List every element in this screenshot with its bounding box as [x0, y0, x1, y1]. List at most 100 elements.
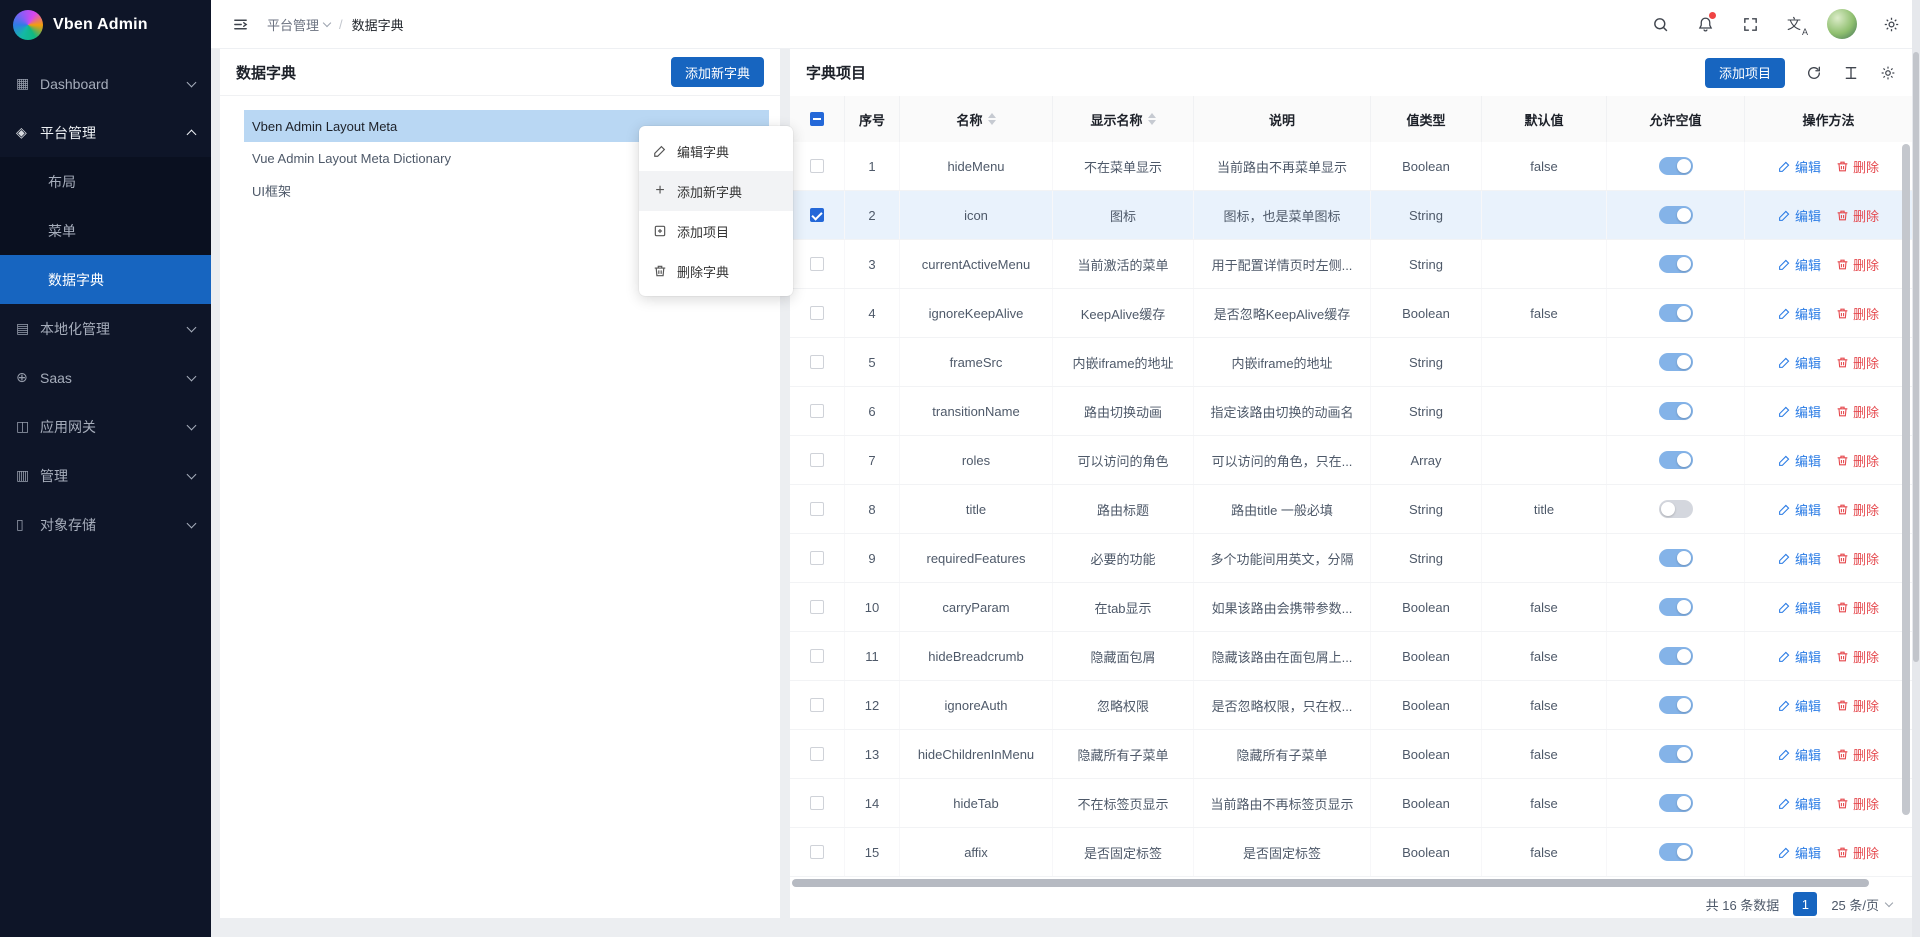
edit-button[interactable]: 编辑: [1778, 451, 1821, 470]
table-row[interactable]: 9 requiredFeatures 必要的功能 多个功能间用英文，分隔 Str…: [790, 534, 1912, 583]
delete-button[interactable]: 删除: [1836, 157, 1879, 176]
edit-button[interactable]: 编辑: [1778, 255, 1821, 274]
sidebar-item[interactable]: ▤ 本地化管理: [0, 304, 211, 353]
delete-button[interactable]: 删除: [1836, 696, 1879, 715]
delete-button[interactable]: 删除: [1836, 647, 1879, 666]
edit-button[interactable]: 编辑: [1778, 304, 1821, 323]
delete-button[interactable]: 删除: [1836, 353, 1879, 372]
allow-null-toggle[interactable]: [1659, 794, 1693, 812]
sidebar-item[interactable]: 菜单: [0, 206, 211, 255]
edit-button[interactable]: 编辑: [1778, 157, 1821, 176]
row-checkbox[interactable]: [810, 747, 824, 761]
sidebar-item[interactable]: 数据字典: [0, 255, 211, 304]
row-checkbox[interactable]: [810, 698, 824, 712]
edit-button[interactable]: 编辑: [1778, 402, 1821, 421]
delete-button[interactable]: 删除: [1836, 402, 1879, 421]
add-dictionary-button[interactable]: 添加新字典: [671, 57, 764, 87]
edit-button[interactable]: 编辑: [1778, 206, 1821, 225]
row-checkbox[interactable]: [810, 453, 824, 467]
allow-null-toggle[interactable]: [1659, 304, 1693, 322]
sidebar-item[interactable]: ◫ 应用网关: [0, 402, 211, 451]
edit-button[interactable]: 编辑: [1778, 647, 1821, 666]
allow-null-toggle[interactable]: [1659, 549, 1693, 567]
sort-icon[interactable]: [988, 113, 996, 125]
sort-icon[interactable]: [1148, 113, 1156, 125]
select-all-checkbox[interactable]: [810, 112, 824, 126]
breadcrumb-section[interactable]: 平台管理: [267, 15, 330, 34]
table-row[interactable]: 5 frameSrc 内嵌iframe的地址 内嵌iframe的地址 Strin…: [790, 338, 1912, 387]
edit-button[interactable]: 编辑: [1778, 843, 1821, 862]
allow-null-toggle[interactable]: [1659, 353, 1693, 371]
row-checkbox[interactable]: [810, 600, 824, 614]
row-checkbox[interactable]: [810, 845, 824, 859]
edit-button[interactable]: 编辑: [1778, 794, 1821, 813]
delete-button[interactable]: 删除: [1836, 451, 1879, 470]
table-row[interactable]: 10 carryParam 在tab显示 如果该路由会携带参数... Boole…: [790, 583, 1912, 632]
context-menu-item-add-dictionary[interactable]: + 添加新字典: [639, 171, 793, 211]
allow-null-toggle[interactable]: [1659, 255, 1693, 273]
search-icon[interactable]: [1649, 13, 1671, 35]
allow-null-toggle[interactable]: [1659, 843, 1693, 861]
notification-bell-icon[interactable]: [1694, 13, 1716, 35]
allow-null-toggle[interactable]: [1659, 598, 1693, 616]
translate-icon[interactable]: 文A: [1784, 14, 1804, 34]
menu-fold-icon[interactable]: [229, 13, 251, 35]
row-height-icon[interactable]: [1843, 65, 1859, 81]
horizontal-scrollbar-thumb[interactable]: [792, 879, 1869, 887]
table-row[interactable]: 3 currentActiveMenu 当前激活的菜单 用于配置详情页时左侧..…: [790, 240, 1912, 289]
table-row[interactable]: 12 ignoreAuth 忽略权限 是否忽略权限，只在权... Boolean…: [790, 681, 1912, 730]
delete-button[interactable]: 删除: [1836, 500, 1879, 519]
context-menu-item-add-item[interactable]: 添加项目: [639, 211, 793, 251]
context-menu-item-delete-dictionary[interactable]: 删除字典: [639, 251, 793, 291]
delete-button[interactable]: 删除: [1836, 304, 1879, 323]
sidebar-item[interactable]: ◈ 平台管理: [0, 108, 211, 157]
allow-null-toggle[interactable]: [1659, 696, 1693, 714]
table-row[interactable]: 15 affix 是否固定标签 是否固定标签 Boolean false 编辑: [790, 828, 1912, 877]
delete-button[interactable]: 删除: [1836, 549, 1879, 568]
row-checkbox[interactable]: [810, 649, 824, 663]
table-row[interactable]: 1 hideMenu 不在菜单显示 当前路由不再菜单显示 Boolean fal…: [790, 142, 1912, 191]
allow-null-toggle[interactable]: [1659, 206, 1693, 224]
table-row[interactable]: 8 title 路由标题 路由title 一般必填 String title 编…: [790, 485, 1912, 534]
page-size-select[interactable]: 25 条/页: [1831, 895, 1892, 914]
row-checkbox[interactable]: [810, 257, 824, 271]
row-checkbox[interactable]: [810, 355, 824, 369]
table-row[interactable]: 13 hideChildrenInMenu 隐藏所有子菜单 隐藏所有子菜单 Bo…: [790, 730, 1912, 779]
delete-button[interactable]: 删除: [1836, 794, 1879, 813]
delete-button[interactable]: 删除: [1836, 255, 1879, 274]
refresh-icon[interactable]: [1806, 65, 1822, 81]
row-checkbox[interactable]: [810, 404, 824, 418]
page-scrollbar-thumb[interactable]: [1913, 52, 1919, 662]
sidebar-item[interactable]: ⊕ Saas: [0, 353, 211, 402]
table-scrollbar-thumb[interactable]: [1902, 144, 1910, 815]
avatar[interactable]: [1827, 9, 1857, 39]
table-row[interactable]: 14 hideTab 不在标签页显示 当前路由不再标签页显示 Boolean f…: [790, 779, 1912, 828]
edit-button[interactable]: 编辑: [1778, 353, 1821, 372]
sidebar-item[interactable]: 布局: [0, 157, 211, 206]
row-checkbox[interactable]: [810, 551, 824, 565]
edit-button[interactable]: 编辑: [1778, 745, 1821, 764]
sidebar-item[interactable]: ▥ 管理: [0, 451, 211, 500]
header-display-name[interactable]: 显示名称: [1053, 96, 1194, 142]
header-name[interactable]: 名称: [900, 96, 1053, 142]
allow-null-toggle[interactable]: [1659, 647, 1693, 665]
row-checkbox[interactable]: [810, 159, 824, 173]
allow-null-toggle[interactable]: [1659, 451, 1693, 469]
gear-icon[interactable]: [1880, 13, 1902, 35]
delete-button[interactable]: 删除: [1836, 598, 1879, 617]
table-row[interactable]: 4 ignoreKeepAlive KeepAlive缓存 是否忽略KeepAl…: [790, 289, 1912, 338]
sidebar-item[interactable]: ▦ Dashboard: [0, 59, 211, 108]
edit-button[interactable]: 编辑: [1778, 598, 1821, 617]
context-menu-item-edit-dictionary[interactable]: 编辑字典: [639, 131, 793, 171]
table-row[interactable]: 7 roles 可以访问的角色 可以访问的角色，只在... Array 编辑: [790, 436, 1912, 485]
edit-button[interactable]: 编辑: [1778, 549, 1821, 568]
delete-button[interactable]: 删除: [1836, 843, 1879, 862]
row-checkbox[interactable]: [810, 796, 824, 810]
allow-null-toggle[interactable]: [1659, 157, 1693, 175]
add-item-button[interactable]: 添加项目: [1705, 58, 1785, 88]
allow-null-toggle[interactable]: [1659, 745, 1693, 763]
table-row[interactable]: 6 transitionName 路由切换动画 指定该路由切换的动画名 Stri…: [790, 387, 1912, 436]
allow-null-toggle[interactable]: [1659, 500, 1693, 518]
sidebar-item[interactable]: ▯ 对象存储: [0, 500, 211, 549]
allow-null-toggle[interactable]: [1659, 402, 1693, 420]
